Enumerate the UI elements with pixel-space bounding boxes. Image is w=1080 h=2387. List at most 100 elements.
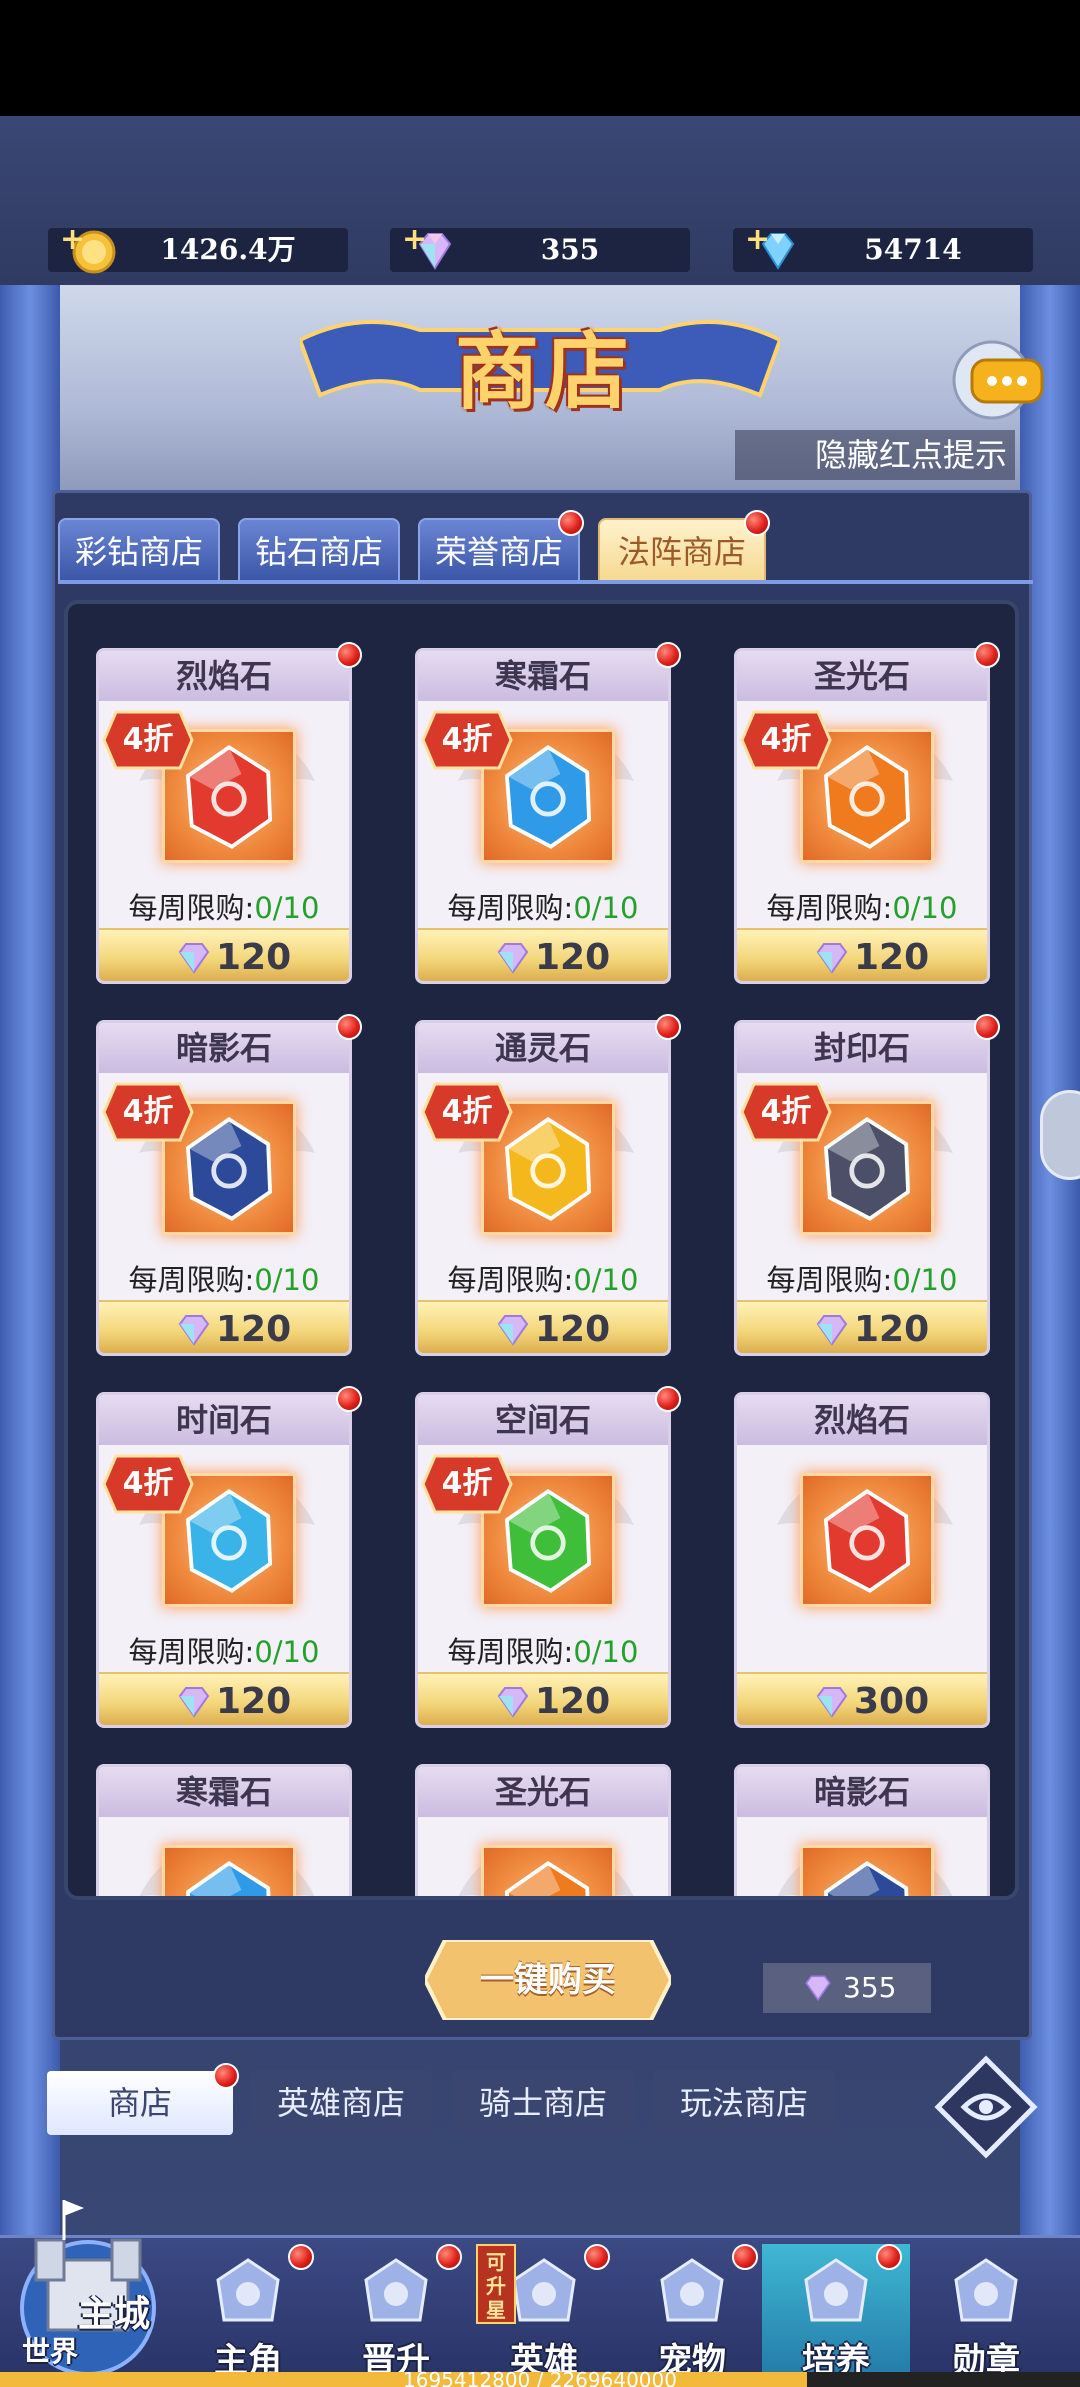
- price-bar[interactable]: 120: [737, 928, 987, 981]
- rainbow-diamond-icon: [816, 1687, 848, 1718]
- tab-rainbow-diamond-shop[interactable]: 彩钻商店: [58, 518, 220, 582]
- shop-item-card[interactable]: 暗影石 每周限购:0/10 120 4折: [96, 1014, 362, 1356]
- item-icon-box: [162, 1845, 296, 1896]
- notification-dot: [336, 1386, 362, 1412]
- item-icon-box: [800, 1473, 934, 1607]
- item-price: 120: [535, 1309, 611, 1350]
- shop-item-card[interactable]: 烈焰石 每周限购:0/10 120 4折: [96, 642, 362, 984]
- discount-label: 4折: [122, 722, 174, 757]
- nav-item-promotion-crown[interactable]: 晋升: [322, 2244, 470, 2384]
- notification-dot: [288, 2244, 314, 2270]
- rainbow-diamond-icon: [497, 943, 529, 974]
- shop-item-card[interactable]: 寒霜石: [96, 1764, 352, 1896]
- item-name: 寒霜石: [494, 657, 591, 695]
- price-bar[interactable]: 120: [99, 928, 349, 981]
- add-blue-diamond-icon[interactable]: +: [745, 222, 770, 257]
- weekly-limit: 每周限购:0/10: [99, 1257, 349, 1299]
- tab-honor-shop[interactable]: 荣誉商店: [418, 510, 584, 582]
- shop-item-card[interactable]: 圣光石 每周限购:0/10 120 4折: [734, 642, 1000, 984]
- weekly-limit: 每周限购:0/10: [99, 1629, 349, 1671]
- price-bar[interactable]: 120: [418, 1300, 668, 1353]
- add-gold-icon[interactable]: +: [60, 222, 85, 257]
- item-name: 寒霜石: [175, 1773, 272, 1811]
- item-name: 烈焰石: [813, 1401, 910, 1439]
- left-pillar: [0, 285, 60, 2285]
- tab-diamond-shop[interactable]: 钻石商店: [238, 518, 400, 582]
- rainbow-diamond-currency-bar[interactable]: + 355: [390, 222, 690, 272]
- item-name: 空间石: [494, 1401, 591, 1439]
- price-bar[interactable]: 120: [99, 1300, 349, 1353]
- tab-label: 荣誉商店: [434, 533, 563, 571]
- discount-label: 4折: [441, 1094, 493, 1129]
- subtab-gameplay-shop[interactable]: 玩法商店: [653, 2071, 835, 2135]
- buy-all-label[interactable]: 一键购买: [425, 1940, 671, 2020]
- price-bar[interactable]: 120: [418, 928, 668, 981]
- limit-count: 0/10: [254, 1263, 320, 1297]
- card-frame: 圣光石: [415, 1764, 671, 1896]
- notification-dot: [974, 1014, 1000, 1040]
- price-bar[interactable]: 120: [418, 1672, 668, 1725]
- item-price: 120: [216, 1681, 292, 1722]
- shop-item-card[interactable]: 圣光石: [415, 1764, 671, 1896]
- tab-label: 彩钻商店: [74, 533, 203, 571]
- pet-dragon-icon: [660, 2258, 724, 2322]
- side-drawer-handle[interactable]: [1040, 1090, 1080, 1180]
- stone-icon: [823, 1860, 909, 1896]
- rainbow-diamond-icon: [497, 1315, 529, 1346]
- price-bar[interactable]: 300: [737, 1672, 987, 1725]
- item-name: 圣光石: [494, 1773, 591, 1811]
- stone-icon: [823, 1488, 911, 1593]
- item-icon-box: [800, 1845, 934, 1896]
- price-bar[interactable]: 120: [99, 1672, 349, 1725]
- tab-formation-shop[interactable]: 法阵商店: [598, 510, 770, 582]
- hide-red-dot-toggle[interactable]: 隐藏红点提示: [735, 430, 1015, 480]
- add-rainbow-diamond-icon[interactable]: +: [402, 222, 427, 257]
- shop-item-card[interactable]: 暗影石: [734, 1764, 990, 1896]
- subtab-hero-shop[interactable]: 英雄商店: [250, 2071, 432, 2135]
- nav-item-hero-helmet[interactable]: 主角: [174, 2244, 322, 2384]
- card-frame: 圣光石每周限购:0/10 120: [734, 648, 990, 984]
- price-bar[interactable]: 120: [737, 1300, 987, 1353]
- nav-item-medal[interactable]: 勋章: [912, 2244, 1060, 2384]
- rainbow-diamond-icon: [805, 1975, 831, 2002]
- world-label[interactable]: 世界: [22, 2330, 78, 2370]
- nav-item-training-emblem[interactable]: 培养: [762, 2244, 910, 2384]
- limit-label: 每周限购:: [447, 1635, 574, 1669]
- subtab-label: 玩法商店: [679, 2084, 808, 2122]
- limit-label: 每周限购:: [766, 891, 893, 925]
- card-frame: 寒霜石 每周限购:0/10 120: [415, 648, 671, 984]
- shop-item-card[interactable]: 烈焰石 300: [734, 1392, 990, 1728]
- subtab-shop[interactable]: 商店: [47, 2063, 239, 2135]
- shop-item-card[interactable]: 时间石 每周限购:0/10 120 4折: [96, 1386, 362, 1728]
- limit-label: 每周限购:: [766, 1263, 893, 1297]
- chat-bubble-icon[interactable]: [952, 335, 1052, 425]
- codex-emblem-icon[interactable]: [934, 2055, 1038, 2159]
- limit-label: 每周限购:: [128, 1635, 255, 1669]
- notification-dot: [732, 2244, 758, 2270]
- card-frame: 时间石 每周限购:0/10 120: [96, 1392, 352, 1728]
- item-name: 圣光石: [813, 657, 910, 695]
- card-frame: 烈焰石 每周限购:0/10 120: [96, 648, 352, 984]
- notification-dot: [876, 2244, 902, 2270]
- discount-label: 4折: [441, 1466, 493, 1501]
- shop-item-card[interactable]: 封印石 每周限购:0/10 120 4折: [734, 1014, 1000, 1356]
- nav-item-pet-dragon[interactable]: 宠物: [618, 2244, 766, 2384]
- notification-dot: [558, 510, 584, 536]
- shop-item-card[interactable]: 寒霜石 每周限购:0/10 120 4折: [415, 642, 681, 984]
- shop-item-card[interactable]: 通灵石 每周限购:0/10 120 4折: [415, 1014, 681, 1356]
- weekly-limit: 每周限购:0/10: [737, 885, 987, 927]
- discount-label: 4折: [122, 1094, 174, 1129]
- subtab-label: 英雄商店: [276, 2084, 405, 2122]
- blue-diamond-currency-bar[interactable]: + 54714: [733, 222, 1033, 272]
- progress-text: 1695412800 / 2269640000: [403, 2368, 677, 2387]
- limit-count: 0/10: [573, 1263, 639, 1297]
- limit-label: 每周限购:: [128, 891, 255, 925]
- subtab-label: 骑士商店: [478, 2084, 607, 2122]
- item-name: 烈焰石: [175, 657, 272, 695]
- status-bar: [0, 0, 1080, 116]
- subtab-knight-shop[interactable]: 骑士商店: [452, 2071, 634, 2135]
- gold-currency-bar[interactable]: + 1426.4万: [48, 222, 348, 274]
- limit-count: 0/10: [254, 1635, 320, 1669]
- rainbow-diamond-amount: 355: [540, 233, 600, 266]
- shop-item-card[interactable]: 空间石 每周限购:0/10 120 4折: [415, 1386, 681, 1728]
